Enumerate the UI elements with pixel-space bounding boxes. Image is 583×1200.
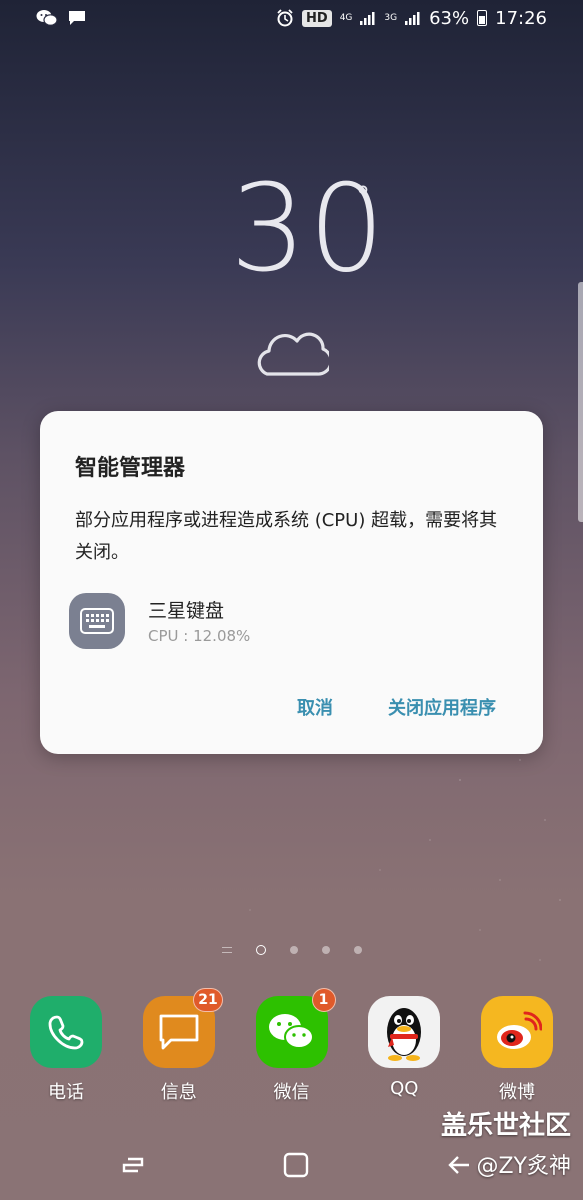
wechat-icon[interactable]: 1 [255, 988, 336, 1068]
page-indicator-home[interactable] [221, 947, 232, 953]
dock-label: QQ [390, 1078, 419, 1099]
dock-app-phone[interactable]: 电话 [28, 996, 104, 1104]
back-icon[interactable] [445, 1151, 473, 1179]
watermark-author: @ZY炙神 [476, 1154, 571, 1179]
dock-app-wechat[interactable]: 1 微信 [254, 988, 336, 1104]
status-right: HD 4G 3G 63% 17:26 [276, 8, 547, 29]
dock-label: 微博 [499, 1082, 535, 1103]
qq-penguin-icon[interactable] [368, 996, 441, 1068]
page-indicator[interactable] [321, 946, 330, 954]
smart-manager-dialog: 智能管理器 部分应用程序或进程造成系统 (CPU) 超载，需要将其关闭。 三星键… [40, 411, 543, 754]
recent-apps-icon[interactable] [118, 1151, 146, 1179]
home-button-icon[interactable] [283, 1152, 309, 1178]
page-indicator[interactable] [353, 946, 362, 954]
keyboard-app-icon [69, 593, 125, 649]
page-indicator[interactable] [289, 946, 298, 954]
signal-icon [405, 12, 420, 25]
alarm-icon [277, 9, 293, 27]
status-left [36, 9, 86, 27]
battery-icon [477, 10, 488, 26]
dock-label: 微信 [273, 1082, 310, 1103]
status-bar: HD 4G 3G 63% 17:26 [0, 0, 583, 36]
clock: 17:26 [495, 7, 547, 29]
notification-badge: 21 [193, 988, 223, 1012]
network-3g-label: 3G [384, 12, 398, 23]
dialog-title: 智能管理器 [75, 456, 186, 481]
keyboard-icon [80, 608, 114, 634]
app-name: 三星键盘 [148, 600, 225, 622]
dock: 电话 21 信息 1 微信 QQ 微博 [28, 988, 555, 1104]
degree-symbol: ° [356, 180, 370, 213]
dock-label: 信息 [160, 1082, 197, 1103]
weibo-icon[interactable] [481, 996, 553, 1068]
page-indicators[interactable] [0, 945, 583, 955]
message-icon[interactable]: 21 [142, 988, 223, 1068]
cancel-button[interactable]: 取消 [297, 694, 333, 720]
watermark-community: 盖乐世社区 [440, 1111, 571, 1141]
signal-icon [360, 12, 375, 25]
wechat-icon [36, 10, 58, 26]
close-app-button[interactable]: 关闭应用程序 [388, 694, 496, 720]
page-indicator-active[interactable] [255, 945, 266, 955]
hd-badge: HD [302, 9, 332, 27]
network-4g-label: 4G [339, 12, 353, 23]
notification-badge: 1 [311, 988, 336, 1012]
cloud-icon[interactable] [253, 328, 329, 378]
app-cpu-usage: CPU : 12.08% [148, 627, 251, 645]
edge-panel-handle[interactable] [578, 282, 583, 522]
battery-percent: 63% [429, 7, 470, 29]
dock-app-weibo[interactable]: 微博 [479, 996, 555, 1104]
message-icon [69, 11, 85, 25]
dialog-message: 部分应用程序或进程造成系统 (CPU) 超载，需要将其关闭。 [75, 510, 498, 563]
dock-app-messages[interactable]: 21 信息 [141, 988, 223, 1104]
dock-label: 电话 [48, 1082, 84, 1103]
phone-icon[interactable] [30, 996, 102, 1068]
dock-app-qq[interactable]: QQ [366, 996, 442, 1104]
